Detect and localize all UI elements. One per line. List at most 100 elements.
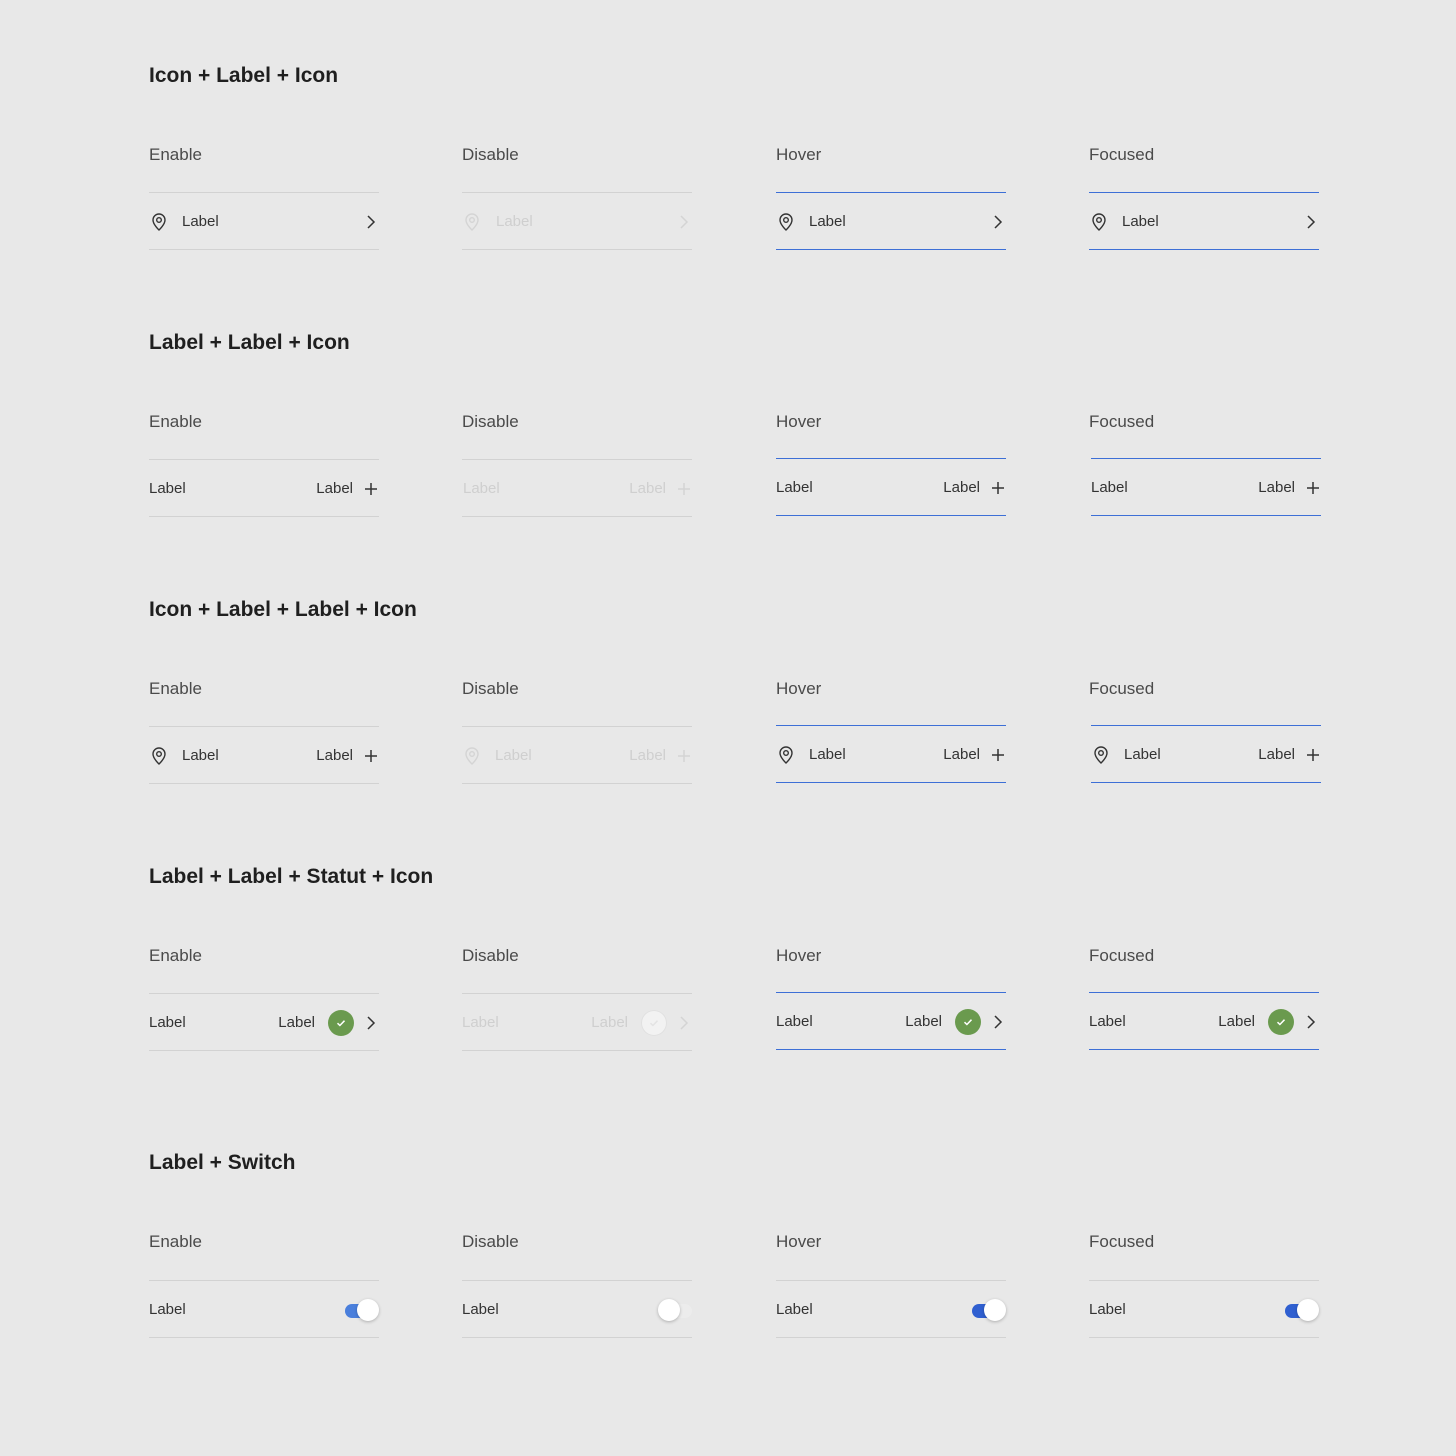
plus-icon xyxy=(678,483,690,495)
section-icon-label-label-icon: Icon + Label + Label + Icon Enable Label… xyxy=(149,598,1329,798)
item-label-right: Label xyxy=(316,747,353,764)
location-pin-icon xyxy=(779,213,793,231)
state-label: Enable xyxy=(149,679,202,698)
list-item[interactable]: Label xyxy=(776,1280,1006,1338)
list-item: Label Label xyxy=(462,993,692,1051)
item-label-left: Label xyxy=(149,480,186,497)
state-label: Focused xyxy=(1089,412,1155,431)
item-label-left: Label xyxy=(1091,479,1128,496)
list-item[interactable]: Label xyxy=(149,1280,379,1338)
chevron-right-icon xyxy=(994,1015,1003,1029)
state-label: Enable xyxy=(149,145,202,164)
chevron-right-icon xyxy=(367,215,376,229)
item-label: Label xyxy=(1089,1301,1126,1318)
list-item[interactable]: Label Label xyxy=(149,459,379,517)
state-label: Disable xyxy=(462,946,519,965)
list-item[interactable]: Label Label xyxy=(149,993,379,1051)
state-label: Hover xyxy=(776,145,822,164)
item-label-left: Label xyxy=(463,480,500,497)
item-label-right: Label xyxy=(1258,746,1295,763)
list-item[interactable]: Label Label xyxy=(149,726,379,784)
chevron-right-icon xyxy=(1307,1015,1316,1029)
list-item[interactable]: Label Label xyxy=(1089,992,1319,1050)
location-pin-icon xyxy=(152,213,166,231)
list-item: Label Label xyxy=(462,459,692,517)
section-title: Label + Label + Statut + Icon xyxy=(149,865,434,888)
section-title: Icon + Label + Icon xyxy=(149,64,339,87)
item-label-left: Label xyxy=(776,479,813,496)
switch-knob xyxy=(984,1299,1006,1321)
plus-icon xyxy=(992,482,1004,494)
plus-icon xyxy=(365,483,377,495)
item-label-left: Label xyxy=(182,747,219,764)
state-label: Disable xyxy=(462,679,519,698)
state-label: Hover xyxy=(776,679,822,698)
item-label-left: Label xyxy=(462,1014,499,1031)
list-item[interactable]: Label xyxy=(1089,192,1319,250)
list-item[interactable]: Label xyxy=(776,192,1006,250)
item-label-right: Label xyxy=(629,747,666,764)
section-label-label-icon: Label + Label + Icon Enable Label Label … xyxy=(149,331,1329,531)
item-label-right: Label xyxy=(591,1014,628,1031)
item-label: Label xyxy=(1122,213,1159,230)
item-label: Label xyxy=(462,1301,499,1318)
plus-icon xyxy=(1307,749,1319,761)
list-item[interactable]: Label Label xyxy=(776,725,1006,783)
plus-icon xyxy=(1307,482,1319,494)
item-label-right: Label xyxy=(905,1013,942,1030)
list-item: Label Label xyxy=(462,726,692,784)
chevron-right-icon xyxy=(680,215,689,229)
state-label: Focused xyxy=(1089,946,1155,965)
state-label: Disable xyxy=(462,145,519,164)
status-check-icon xyxy=(1268,1009,1294,1035)
toggle-switch[interactable] xyxy=(1285,1299,1319,1321)
location-pin-icon xyxy=(779,746,793,764)
location-pin-icon xyxy=(465,213,479,231)
location-pin-icon xyxy=(465,747,479,765)
list-item[interactable]: Label Label xyxy=(1091,458,1321,516)
list-item: Label xyxy=(462,1280,692,1338)
state-label: Hover xyxy=(776,412,822,431)
toggle-switch[interactable] xyxy=(345,1299,379,1321)
item-label: Label xyxy=(496,213,533,230)
list-item[interactable]: Label xyxy=(149,192,379,250)
item-label-right: Label xyxy=(943,479,980,496)
plus-icon xyxy=(678,750,690,762)
item-label: Label xyxy=(182,213,219,230)
item-label: Label xyxy=(776,1301,813,1318)
toggle-switch[interactable] xyxy=(972,1299,1006,1321)
section-title: Label + Switch xyxy=(149,1151,296,1174)
item-label-left: Label xyxy=(495,747,532,764)
list-item[interactable]: Label Label xyxy=(776,992,1006,1050)
item-label-left: Label xyxy=(776,1013,813,1030)
chevron-right-icon xyxy=(1307,215,1316,229)
section-icon-label-icon: Icon + Label + Icon Enable Label Disable… xyxy=(149,64,1329,264)
list-item[interactable]: Label xyxy=(1089,1280,1319,1338)
switch-knob xyxy=(1297,1299,1319,1321)
list-item[interactable]: Label Label xyxy=(1091,725,1321,783)
switch-knob xyxy=(658,1299,680,1321)
item-label-right: Label xyxy=(1258,479,1295,496)
state-label: Hover xyxy=(776,946,822,965)
plus-icon xyxy=(992,749,1004,761)
chevron-right-icon xyxy=(994,215,1003,229)
state-label: Enable xyxy=(149,946,202,965)
status-check-icon xyxy=(641,1010,667,1036)
item-label: Label xyxy=(149,1301,186,1318)
location-pin-icon xyxy=(152,747,166,765)
status-check-icon xyxy=(328,1010,354,1036)
section-label-label-status-icon: Label + Label + Statut + Icon Enable Lab… xyxy=(149,865,1329,1065)
state-label: Focused xyxy=(1089,679,1155,698)
plus-icon xyxy=(365,750,377,762)
status-check-icon xyxy=(955,1009,981,1035)
location-pin-icon xyxy=(1094,746,1108,764)
list-item[interactable]: Label Label xyxy=(776,458,1006,516)
location-pin-icon xyxy=(1092,213,1106,231)
item-label-left: Label xyxy=(149,1014,186,1031)
state-label: Disable xyxy=(462,1232,519,1251)
state-label: Focused xyxy=(1089,145,1155,164)
item-label-right: Label xyxy=(316,480,353,497)
item-label-left: Label xyxy=(1124,746,1161,763)
list-item: Label xyxy=(462,192,692,250)
item-label-right: Label xyxy=(943,746,980,763)
